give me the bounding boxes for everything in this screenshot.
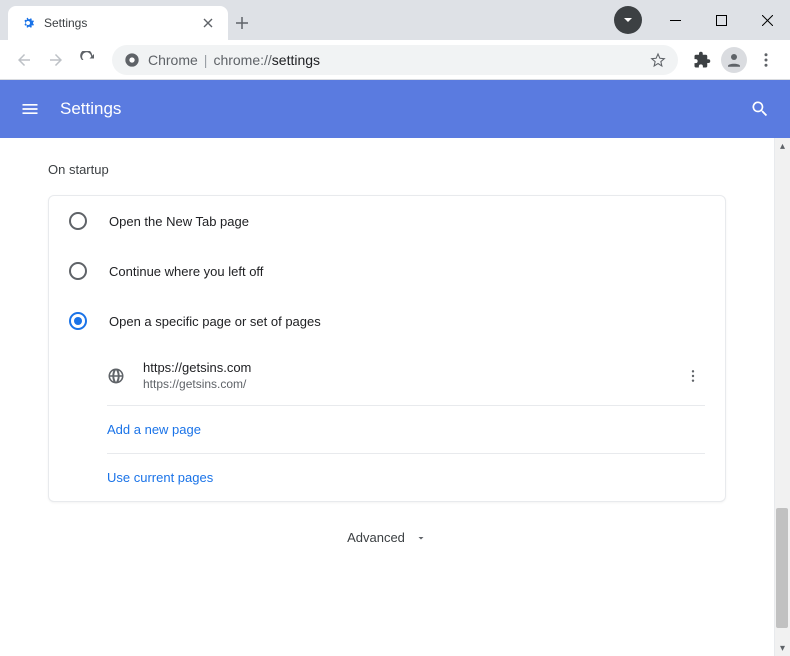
advanced-toggle[interactable]: Advanced [0, 502, 774, 573]
radio-label: Open a specific page or set of pages [109, 314, 321, 329]
radio-label: Continue where you left off [109, 264, 263, 279]
kebab-icon[interactable] [681, 368, 705, 384]
use-current-pages-link[interactable]: Use current pages [107, 454, 705, 501]
scrollbar-thumb[interactable] [776, 508, 788, 628]
radio-label: Open the New Tab page [109, 214, 249, 229]
address-bar[interactable]: Chrome|chrome://settings [112, 45, 678, 75]
page-entry-title: https://getsins.com [143, 360, 681, 375]
browser-tab[interactable]: Settings [8, 6, 228, 40]
scroll-down-icon[interactable]: ▾ [775, 640, 790, 656]
radio-specific-pages[interactable]: Open a specific page or set of pages [49, 296, 725, 346]
startup-page-entry: https://getsins.com https://getsins.com/ [107, 346, 705, 406]
settings-header: Settings [0, 80, 790, 138]
back-button[interactable] [8, 44, 40, 76]
settings-content: On startup Open the New Tab page Continu… [0, 138, 774, 656]
bookmark-icon[interactable] [650, 52, 666, 68]
chevron-down-icon [415, 532, 427, 544]
window-close-button[interactable] [744, 0, 790, 40]
scroll-up-icon[interactable]: ▴ [775, 138, 790, 154]
advanced-label: Advanced [347, 530, 405, 545]
add-page-link[interactable]: Add a new page [107, 406, 705, 454]
section-title-startup: On startup [48, 162, 726, 177]
gear-icon [20, 15, 36, 31]
tab-title: Settings [44, 16, 200, 30]
radio-continue[interactable]: Continue where you left off [49, 246, 725, 296]
window-titlebar: Settings [0, 0, 790, 40]
reload-button[interactable] [72, 44, 104, 76]
page-entry-url: https://getsins.com/ [143, 377, 681, 391]
chrome-icon [124, 52, 140, 68]
hamburger-icon[interactable] [18, 97, 42, 121]
extensions-icon[interactable] [686, 44, 718, 76]
radio-icon [69, 312, 87, 330]
menu-button[interactable] [750, 44, 782, 76]
scrollbar[interactable]: ▴ ▾ [774, 138, 790, 656]
page-title: Settings [60, 99, 748, 119]
radio-icon [69, 212, 87, 230]
radio-new-tab[interactable]: Open the New Tab page [49, 196, 725, 246]
maximize-button[interactable] [698, 0, 744, 40]
address-text: Chrome|chrome://settings [148, 52, 320, 68]
forward-button[interactable] [40, 44, 72, 76]
media-control-icon[interactable] [614, 6, 642, 34]
search-icon[interactable] [748, 97, 772, 121]
browser-toolbar: Chrome|chrome://settings [0, 40, 790, 80]
close-icon[interactable] [200, 15, 216, 31]
minimize-button[interactable] [652, 0, 698, 40]
globe-icon [107, 367, 125, 385]
profile-button[interactable] [718, 44, 750, 76]
startup-card: Open the New Tab page Continue where you… [48, 195, 726, 502]
radio-icon [69, 262, 87, 280]
avatar-icon [721, 47, 747, 73]
new-tab-button[interactable] [228, 6, 256, 40]
window-controls [652, 0, 790, 40]
